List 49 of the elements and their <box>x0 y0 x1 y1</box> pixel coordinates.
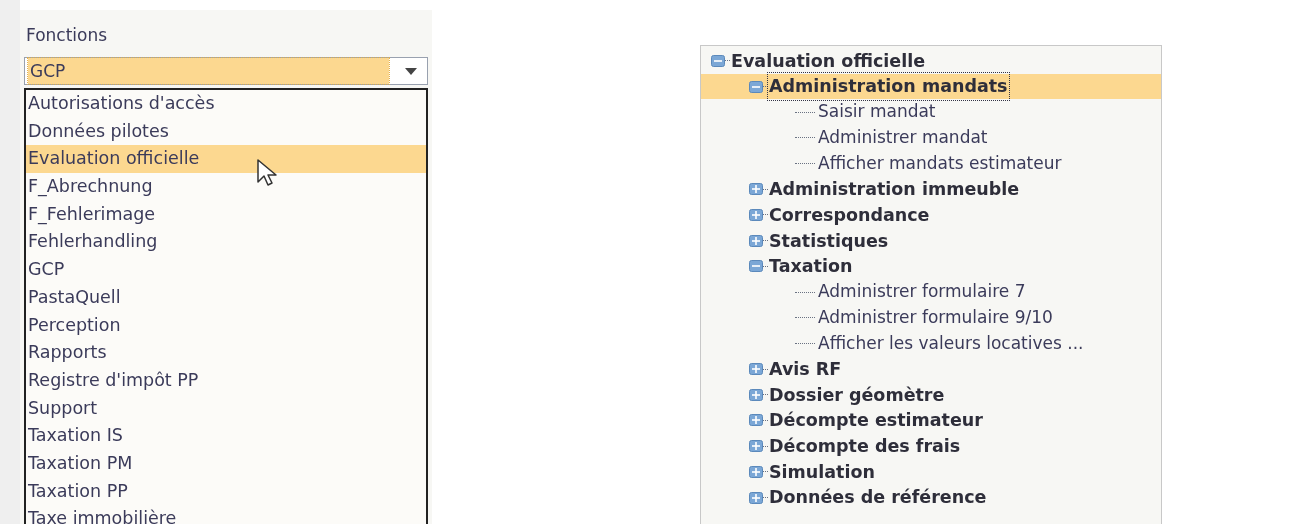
expand-icon[interactable] <box>749 414 763 427</box>
expand-icon[interactable] <box>749 208 763 221</box>
tree-leaf[interactable]: Saisir mandat <box>817 99 937 125</box>
dropdown-option[interactable]: Support <box>26 394 426 423</box>
tree-node[interactable]: Administration immeuble <box>768 176 1021 203</box>
dropdown-option[interactable]: Taxe immobilière <box>26 505 426 524</box>
expand-icon[interactable] <box>749 183 763 196</box>
tree-leaf[interactable]: Administrer formulaire 7 <box>817 279 1027 305</box>
dropdown-option[interactable]: PastaQuell <box>26 283 426 312</box>
collapse-icon[interactable] <box>749 80 763 93</box>
tree-node[interactable]: Dossier géomètre <box>768 381 946 408</box>
dropdown-option[interactable]: Taxation PM <box>26 449 426 478</box>
dropdown-option[interactable]: Registre d'impôt PP <box>26 366 426 395</box>
tree-node[interactable]: Evaluation officielle <box>730 47 927 74</box>
tree-leaf[interactable]: Administrer mandat <box>817 125 989 151</box>
tree-node[interactable]: Décompte des frais <box>768 433 962 460</box>
tree-node[interactable]: Données de référence <box>768 484 988 511</box>
expand-icon[interactable] <box>749 465 763 478</box>
expand-icon[interactable] <box>749 491 763 504</box>
tree-node[interactable]: Décompte estimateur <box>768 407 984 434</box>
collapse-icon[interactable] <box>711 54 725 67</box>
tree-node[interactable]: Avis RF <box>768 355 843 383</box>
dropdown-option[interactable]: F_Fehlerimage <box>26 200 426 229</box>
dropdown-option[interactable]: Autorisations d'accès <box>26 90 426 118</box>
dropdown-option[interactable]: Taxation IS <box>26 422 426 450</box>
expand-icon[interactable] <box>749 388 763 401</box>
dropdown-option[interactable]: Données pilotes <box>26 117 426 146</box>
dropdown-option[interactable]: Fehlerhandling <box>26 228 426 257</box>
expand-icon[interactable] <box>749 234 763 247</box>
tree-leaf[interactable]: Afficher les valeurs locatives ... <box>817 330 1085 357</box>
expand-icon[interactable] <box>749 363 763 376</box>
dropdown-option[interactable]: Perception <box>26 311 426 340</box>
expand-icon[interactable] <box>749 440 763 453</box>
dropdown-option[interactable]: GCP <box>26 256 426 284</box>
dropdown-option[interactable]: Rapports <box>26 339 426 367</box>
dropdown-caret-icon[interactable] <box>405 67 417 75</box>
tree-leaf[interactable]: Administrer formulaire 9/10 <box>817 304 1054 331</box>
tree-leaf[interactable]: Afficher mandats estimateur <box>817 150 1063 177</box>
dropdown-option[interactable]: Evaluation officielle <box>26 145 426 174</box>
panel-label: Fonctions <box>25 24 109 46</box>
collapse-icon[interactable] <box>749 260 763 273</box>
tree-node[interactable]: Taxation <box>768 253 854 280</box>
dropdown-option[interactable]: Taxation PP <box>26 477 426 506</box>
tree-node[interactable]: Statistiques <box>768 227 890 254</box>
dropdown-option[interactable]: F_Abrechnung <box>26 173 426 201</box>
combo-value: GCP <box>28 58 389 84</box>
functions-combo[interactable]: GCP <box>24 57 428 85</box>
tree-node[interactable]: Simulation <box>768 458 876 485</box>
tree-node[interactable]: Correspondance <box>768 201 931 229</box>
